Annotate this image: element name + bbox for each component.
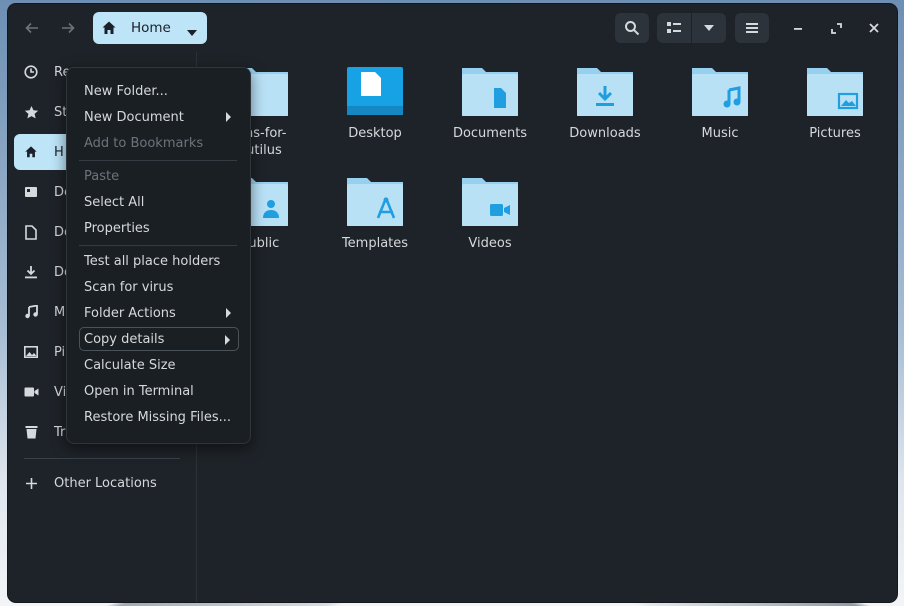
trash-icon	[22, 423, 40, 441]
video-icon	[22, 383, 40, 401]
menu-item-test-place-holders[interactable]: Test all place holders	[79, 249, 239, 273]
file-item-templates[interactable]: Templates	[320, 176, 430, 252]
documents-folder-icon	[461, 66, 519, 118]
file-name: Videos	[468, 236, 512, 251]
file-item-music[interactable]: Music	[665, 66, 775, 142]
arrow-right-icon	[62, 22, 75, 34]
header-bar: Home	[8, 4, 897, 52]
file-manager-window: Home Re St H De Do Do M Pi Vi Tr Other L…	[8, 4, 897, 602]
submenu-arrow-icon	[225, 335, 230, 345]
file-name: Templates	[341, 236, 409, 251]
menu-item-restore-missing-files[interactable]: Restore Missing Files...	[79, 405, 239, 429]
file-view: ions-for-autilus Desktop Documents Downl…	[197, 52, 897, 602]
search-button[interactable]	[615, 13, 649, 43]
menu-item-folder-actions[interactable]: Folder Actions	[79, 301, 239, 325]
menu-separator	[79, 245, 237, 246]
home-icon	[22, 143, 40, 161]
downloads-folder-icon	[576, 66, 634, 118]
menu-item-select-all[interactable]: Select All	[79, 190, 239, 214]
close-icon	[869, 23, 879, 33]
list-view-icon	[667, 22, 681, 33]
menu-item-new-folder[interactable]: New Folder...	[79, 79, 239, 103]
view-options-button[interactable]	[692, 13, 726, 43]
star-icon	[22, 103, 40, 121]
chevron-down-icon	[704, 25, 714, 31]
document-icon	[22, 223, 40, 241]
recent-icon	[22, 63, 40, 81]
back-button[interactable]	[18, 13, 46, 43]
submenu-arrow-icon	[226, 112, 231, 122]
submenu-arrow-icon	[226, 308, 231, 318]
sidebar-separator	[24, 458, 180, 459]
maximize-icon	[830, 22, 842, 34]
sidebar-item-label: Vi	[54, 384, 67, 400]
arrow-left-icon	[25, 22, 38, 34]
sidebar-item-label: Other Locations	[54, 475, 157, 491]
maximize-button[interactable]	[823, 13, 849, 43]
path-bar-label: Home	[131, 20, 171, 36]
music-folder-icon	[691, 66, 749, 118]
desktop-icon	[22, 183, 40, 201]
menu-item-paste: Paste	[84, 168, 120, 184]
search-icon	[625, 21, 640, 36]
templates-folder-icon	[346, 176, 404, 228]
minimize-icon	[794, 28, 802, 30]
view-toggle-button[interactable]	[657, 13, 691, 43]
menu-item-open-in-terminal[interactable]: Open in Terminal	[79, 379, 239, 403]
sidebar-item-other-locations[interactable]: Other Locations	[14, 465, 190, 501]
sidebar-item-label: Tr	[54, 424, 66, 440]
context-menu: New Folder... New Document Add to Bookma…	[66, 67, 251, 444]
menu-item-properties[interactable]: Properties	[79, 216, 239, 240]
minimize-button[interactable]	[785, 13, 811, 43]
menu-item-scan-for-virus[interactable]: Scan for virus	[79, 275, 239, 299]
file-name: Desktop	[348, 126, 402, 141]
forward-button[interactable]	[54, 13, 82, 43]
pictures-folder-icon	[806, 66, 864, 118]
menu-separator	[79, 160, 237, 161]
music-icon	[22, 303, 40, 321]
sidebar-item-label: H	[54, 144, 64, 160]
plus-icon	[22, 474, 40, 492]
download-icon	[22, 263, 40, 281]
file-name: Music	[701, 126, 739, 141]
file-item-videos[interactable]: Videos	[435, 176, 545, 252]
file-name: Downloads	[569, 126, 641, 141]
sidebar-item-label: M	[54, 304, 66, 320]
close-button[interactable]	[861, 13, 887, 43]
file-name: Documents	[452, 126, 528, 141]
hamburger-icon	[746, 23, 758, 33]
main-menu-button[interactable]	[735, 13, 769, 43]
file-item-desktop[interactable]: Desktop	[320, 66, 430, 142]
picture-icon	[22, 343, 40, 361]
menu-item-calculate-size[interactable]: Calculate Size	[79, 353, 239, 377]
menu-item-copy-details[interactable]: Copy details	[79, 327, 239, 351]
path-bar-home[interactable]: Home	[93, 12, 207, 44]
file-item-documents[interactable]: Documents	[435, 66, 545, 142]
file-item-downloads[interactable]: Downloads	[550, 66, 660, 142]
menu-item-new-document[interactable]: New Document	[79, 105, 239, 129]
desktop-folder-icon	[346, 66, 404, 118]
file-item-pictures[interactable]: Pictures	[780, 66, 890, 142]
file-name: Pictures	[809, 126, 861, 141]
videos-folder-icon	[461, 176, 519, 228]
menu-item-add-to-bookmarks: Add to Bookmarks	[84, 135, 204, 151]
sidebar-item-label: Pi	[54, 344, 66, 360]
home-icon	[101, 19, 119, 37]
chevron-down-icon	[187, 25, 197, 40]
